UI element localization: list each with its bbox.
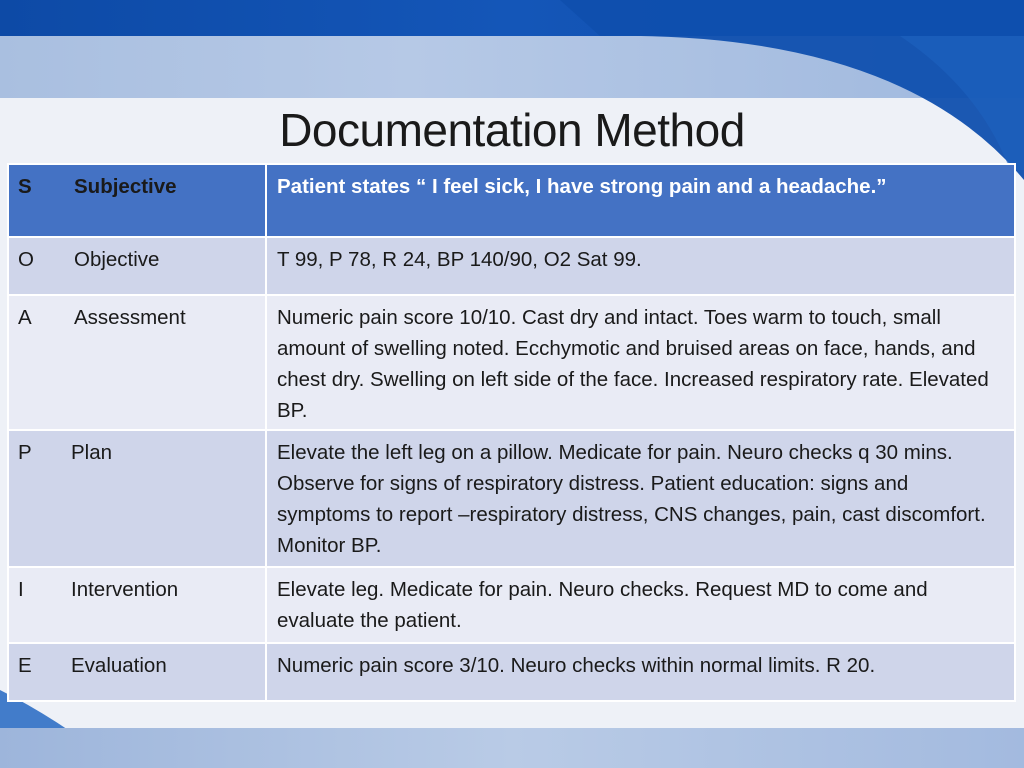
row-label: Subjective — [74, 175, 177, 198]
row-label: Objective — [74, 248, 160, 271]
soapie-table: S Subjective Patient states “ I feel sick… — [7, 163, 1016, 702]
table-row-subjective: S Subjective Patient states “ I feel sick… — [7, 163, 1016, 238]
row-key: I Intervention — [7, 566, 267, 644]
table-row-plan: P Plan Elevate the left leg on a pillow. … — [7, 429, 1016, 568]
table-row-objective: O Objective T 99, P 78, R 24, BP 140/90, … — [7, 236, 1016, 296]
row-label: Plan — [71, 441, 113, 464]
row-letter: S — [18, 175, 32, 198]
row-letter: E — [18, 654, 32, 677]
row-label: Intervention — [71, 578, 179, 601]
table-row-evaluation: E Evaluation Numeric pain score 3/10. Neu… — [7, 642, 1016, 702]
row-key: O Objective — [7, 236, 267, 296]
row-key: A Assessment — [7, 294, 267, 431]
row-label: Evaluation — [71, 654, 167, 677]
row-text: Numeric pain score 10/10. Cast dry and i… — [265, 294, 1016, 431]
row-key: P Plan — [7, 429, 267, 568]
table-row-intervention: I Intervention Elevate leg. Medicate for … — [7, 566, 1016, 644]
row-letter: P — [18, 441, 32, 464]
row-letter: I — [18, 578, 24, 601]
slide-title: Documentation Method — [279, 104, 745, 156]
row-letter: A — [18, 306, 32, 329]
row-key: E Evaluation — [7, 642, 267, 702]
row-text: Numeric pain score 3/10. Neuro checks wi… — [265, 642, 1016, 702]
row-label: Assessment — [74, 306, 186, 329]
row-letter: O — [18, 248, 34, 271]
row-text: Elevate leg. Medicate for pain. Neuro ch… — [265, 566, 1016, 644]
row-text: Patient states “ I feel sick, I have str… — [265, 163, 1016, 238]
background-bottom-band — [0, 728, 1024, 768]
row-text: T 99, P 78, R 24, BP 140/90, O2 Sat 99. — [265, 236, 1016, 296]
row-text: Elevate the left leg on a pillow. Medica… — [265, 429, 1016, 568]
table-row-assessment: A Assessment Numeric pain score 10/10. Ca… — [7, 294, 1016, 431]
row-key: S Subjective — [7, 163, 267, 238]
